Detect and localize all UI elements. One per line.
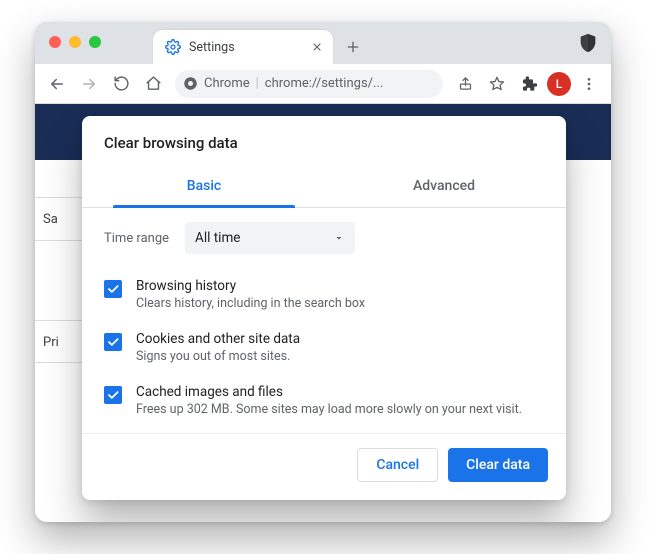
- forward-button[interactable]: [75, 70, 103, 98]
- bookmark-button[interactable]: [483, 70, 511, 98]
- dialog-title: Clear browsing data: [82, 116, 566, 158]
- tab-basic[interactable]: Basic: [84, 166, 324, 207]
- browser-toolbar: Chrome | chrome://settings/... L: [35, 64, 611, 104]
- option-title: Cookies and other site data: [136, 331, 300, 347]
- minimize-window-button[interactable]: [69, 36, 81, 48]
- option-desc: Frees up 302 MB. Some sites may load mor…: [136, 402, 522, 417]
- checkbox-cookies[interactable]: [104, 333, 122, 351]
- window-controls: [49, 36, 101, 48]
- tab-advanced[interactable]: Advanced: [324, 166, 564, 207]
- option-desc: Clears history, including in the search …: [136, 296, 365, 311]
- cancel-button-label: Cancel: [376, 457, 419, 473]
- checkbox-browsing-history[interactable]: [104, 280, 122, 298]
- back-button[interactable]: [43, 70, 71, 98]
- security-shield-icon[interactable]: [577, 32, 599, 54]
- tab-basic-label: Basic: [187, 178, 221, 194]
- share-button[interactable]: [451, 70, 479, 98]
- option-cached: Cached images and files Frees up 302 MB.…: [104, 374, 544, 427]
- address-bar[interactable]: Chrome | chrome://settings/...: [175, 70, 443, 98]
- tab-title: Settings: [189, 40, 303, 55]
- gear-icon: [165, 39, 181, 55]
- home-button[interactable]: [139, 70, 167, 98]
- cancel-button[interactable]: Cancel: [357, 448, 438, 482]
- browser-window: Settings: [35, 22, 611, 522]
- reload-button[interactable]: [107, 70, 135, 98]
- menu-button[interactable]: [575, 70, 603, 98]
- omnibox-separator: |: [256, 76, 259, 91]
- dialog-actions: Cancel Clear data: [82, 433, 566, 500]
- extensions-button[interactable]: [515, 70, 543, 98]
- option-desc: Signs you out of most sites.: [136, 349, 300, 364]
- chrome-icon: [183, 76, 198, 91]
- time-range-select[interactable]: All time: [185, 222, 355, 254]
- tab-advanced-label: Advanced: [413, 178, 475, 194]
- option-title: Cached images and files: [136, 384, 522, 400]
- time-range-label: Time range: [104, 231, 169, 246]
- new-tab-button[interactable]: [339, 33, 367, 61]
- omnibox-url: chrome://settings/...: [265, 76, 384, 91]
- zoom-window-button[interactable]: [89, 36, 101, 48]
- profile-avatar[interactable]: L: [547, 72, 571, 96]
- close-tab-button[interactable]: [311, 41, 323, 53]
- chevron-down-icon: [333, 232, 345, 244]
- option-cookies: Cookies and other site data Signs you ou…: [104, 321, 544, 374]
- close-window-button[interactable]: [49, 36, 61, 48]
- dialog-tabs: Basic Advanced: [82, 166, 566, 208]
- time-range-value: All time: [195, 230, 240, 246]
- checkbox-cached[interactable]: [104, 386, 122, 404]
- time-range-row: Time range All time: [104, 222, 544, 254]
- dialog-body: Time range All time Browsing history: [82, 208, 566, 433]
- clear-data-button[interactable]: Clear data: [448, 448, 548, 482]
- option-browsing-history: Browsing history Clears history, includi…: [104, 268, 544, 321]
- avatar-initial: L: [556, 77, 562, 91]
- clear-data-button-label: Clear data: [466, 457, 530, 473]
- clear-browsing-data-dialog: Clear browsing data Basic Advanced Time …: [82, 116, 566, 500]
- option-title: Browsing history: [136, 278, 365, 294]
- tab-strip: Settings: [35, 22, 611, 64]
- omnibox-label: Chrome: [204, 76, 250, 91]
- browser-tab-settings[interactable]: Settings: [153, 30, 333, 64]
